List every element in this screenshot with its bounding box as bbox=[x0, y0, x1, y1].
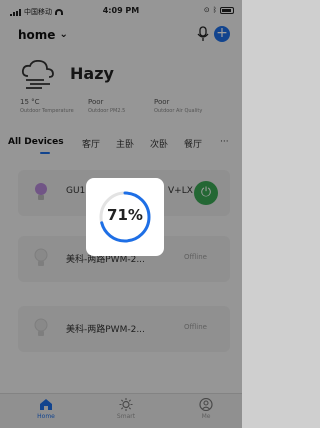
loading-dialog: 71% bbox=[86, 178, 164, 256]
progress-percent: 71% bbox=[107, 206, 143, 224]
app-screen: 中国移动 4:09 PM ⊙ ᛒ home ⌄ + Hazy 15 °C Out… bbox=[0, 0, 242, 428]
